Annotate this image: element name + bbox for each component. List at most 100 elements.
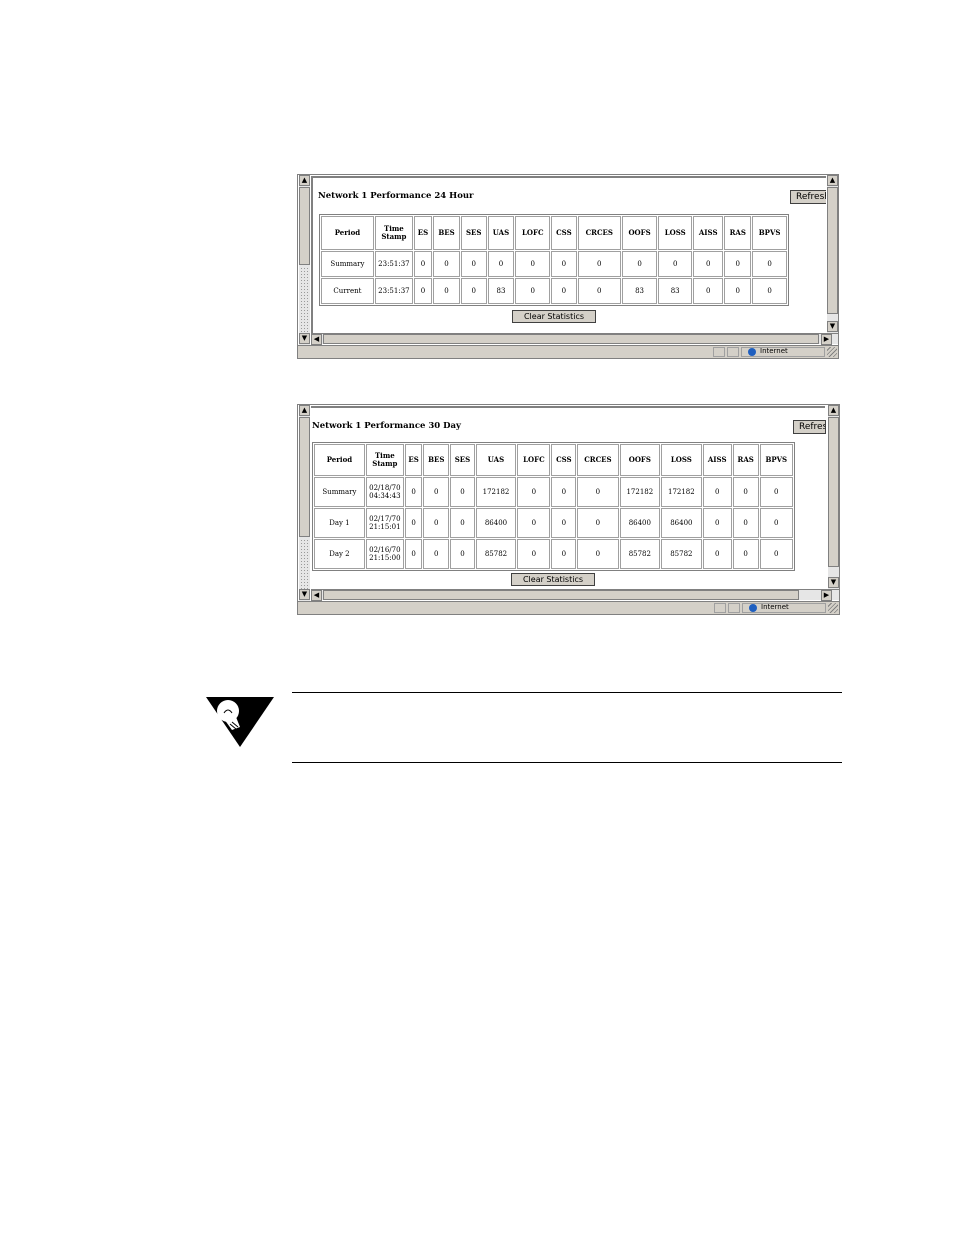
horizontal-scrollbar[interactable]: ◀ ▶: [311, 589, 839, 601]
table-cell: 0: [517, 508, 551, 538]
table-cell: 0: [450, 477, 475, 507]
arrow-up-icon[interactable]: ▲: [299, 175, 310, 186]
table-cell: 0: [551, 539, 577, 569]
table-cell: 0: [702, 508, 732, 538]
table-cell: 0: [732, 539, 759, 569]
column-header: LOFC: [515, 216, 551, 250]
status-bar: Internet: [298, 345, 838, 358]
table-cell: 0: [551, 251, 577, 277]
arrow-down-icon[interactable]: ▼: [299, 589, 310, 600]
column-header: OOFS: [621, 216, 658, 250]
table-cell: 0: [433, 251, 460, 277]
page-content: Network 1 Performance 24 Hour Refresh Pe…: [311, 176, 828, 333]
table-cell: 23:51:37: [374, 278, 413, 304]
table-cell: 02/17/70 21:15:01: [365, 508, 404, 538]
table-cell: 0: [702, 539, 732, 569]
status-pane: [714, 603, 726, 613]
arrow-up-icon[interactable]: ▲: [299, 405, 310, 416]
table-cell: 85782: [475, 539, 517, 569]
arrow-down-icon[interactable]: ▼: [827, 321, 838, 332]
clear-statistics-button[interactable]: Clear Statistics: [512, 310, 596, 323]
resize-grip-icon[interactable]: [827, 347, 837, 357]
table-cell: 0: [433, 278, 460, 304]
horizontal-scrollbar[interactable]: ◀ ▶: [311, 333, 838, 345]
scroll-thumb[interactable]: [828, 417, 839, 567]
table-cell: 0: [577, 477, 619, 507]
clear-statistics-button[interactable]: Clear Statistics: [511, 573, 595, 586]
column-header: BES: [423, 444, 450, 476]
table-cell: 0: [693, 251, 724, 277]
arrow-right-icon[interactable]: ▶: [821, 590, 832, 601]
note-top-rule: [292, 692, 842, 693]
column-header: CRCES: [577, 444, 619, 476]
table-cell: 0: [759, 539, 793, 569]
table-cell: 0: [551, 477, 577, 507]
table-header-row: Period Time Stamp ES BES SES UAS LOFC CSS CRCES O…: [314, 444, 793, 476]
column-header: OOFS: [619, 444, 661, 476]
arrow-right-icon[interactable]: ▶: [821, 334, 832, 345]
table-cell: 0: [487, 251, 515, 277]
status-pane: [713, 347, 725, 357]
table-cell: 0: [515, 278, 551, 304]
table-cell: Summary: [314, 477, 365, 507]
column-header: CRCES: [577, 216, 621, 250]
status-bar: Internet: [298, 601, 839, 614]
column-header: Time Stamp: [365, 444, 404, 476]
table-row: Summary 02/18/70 04:34:43 0 0 0 172182 0 0 0 1721…: [314, 477, 793, 507]
table-cell: 0: [517, 477, 551, 507]
column-header: Time Stamp: [374, 216, 413, 250]
status-pane: [728, 603, 740, 613]
table-cell: 0: [551, 508, 577, 538]
left-vertical-scrollbar[interactable]: ▲ ▼: [298, 175, 310, 345]
table-cell: 86400: [619, 508, 661, 538]
column-header: LOSS: [661, 444, 702, 476]
table-cell: 0: [413, 251, 433, 277]
table-cell: 0: [515, 251, 551, 277]
horizontal-scroll-thumb[interactable]: [323, 334, 819, 344]
column-header: RAS: [724, 216, 752, 250]
table-cell: 172182: [475, 477, 517, 507]
column-header: UAS: [475, 444, 517, 476]
column-header: Period: [321, 216, 374, 250]
resize-grip-icon[interactable]: [828, 603, 838, 613]
right-vertical-scrollbar[interactable]: ▲ ▼: [826, 175, 838, 333]
scroll-thumb[interactable]: [299, 417, 310, 537]
table-cell: 0: [752, 251, 787, 277]
scroll-track[interactable]: [300, 267, 309, 333]
column-header: CSS: [551, 444, 577, 476]
horizontal-scroll-thumb[interactable]: [323, 590, 799, 600]
globe-icon: [748, 348, 756, 356]
right-vertical-scrollbar[interactable]: ▲ ▼: [827, 405, 839, 589]
column-header: LOSS: [658, 216, 693, 250]
page-title: Network 1 Performance 24 Hour: [318, 191, 474, 201]
left-vertical-scrollbar[interactable]: ▲ ▼: [298, 405, 310, 601]
table-cell: 0: [724, 278, 752, 304]
arrow-left-icon[interactable]: ◀: [311, 334, 322, 345]
status-zone-label: Internet: [760, 347, 788, 355]
table-cell: 0: [693, 278, 724, 304]
arrow-left-icon[interactable]: ◀: [311, 590, 322, 601]
table-cell: 0: [658, 251, 693, 277]
scroll-track[interactable]: [300, 539, 309, 589]
table-cell: 0: [702, 477, 732, 507]
column-header: RAS: [732, 444, 759, 476]
arrow-up-icon[interactable]: ▲: [827, 175, 838, 186]
table-cell: Day 1: [314, 508, 365, 538]
scroll-thumb[interactable]: [827, 187, 838, 314]
table-cell: 0: [517, 539, 551, 569]
table-cell: 0: [732, 508, 759, 538]
table-cell: 02/18/70 04:34:43: [365, 477, 404, 507]
table-cell: 0: [724, 251, 752, 277]
refresh-button[interactable]: Refresh: [790, 190, 828, 204]
arrow-down-icon[interactable]: ▼: [299, 333, 310, 344]
arrow-down-icon[interactable]: ▼: [828, 577, 839, 588]
column-header: CSS: [551, 216, 577, 250]
column-header: ES: [413, 216, 433, 250]
column-header: Period: [314, 444, 365, 476]
column-header: BPVS: [752, 216, 787, 250]
arrow-up-icon[interactable]: ▲: [828, 405, 839, 416]
table-cell: 172182: [661, 477, 702, 507]
scroll-thumb[interactable]: [299, 187, 310, 265]
refresh-button[interactable]: Refresh: [793, 420, 826, 434]
column-header: AISS: [693, 216, 724, 250]
